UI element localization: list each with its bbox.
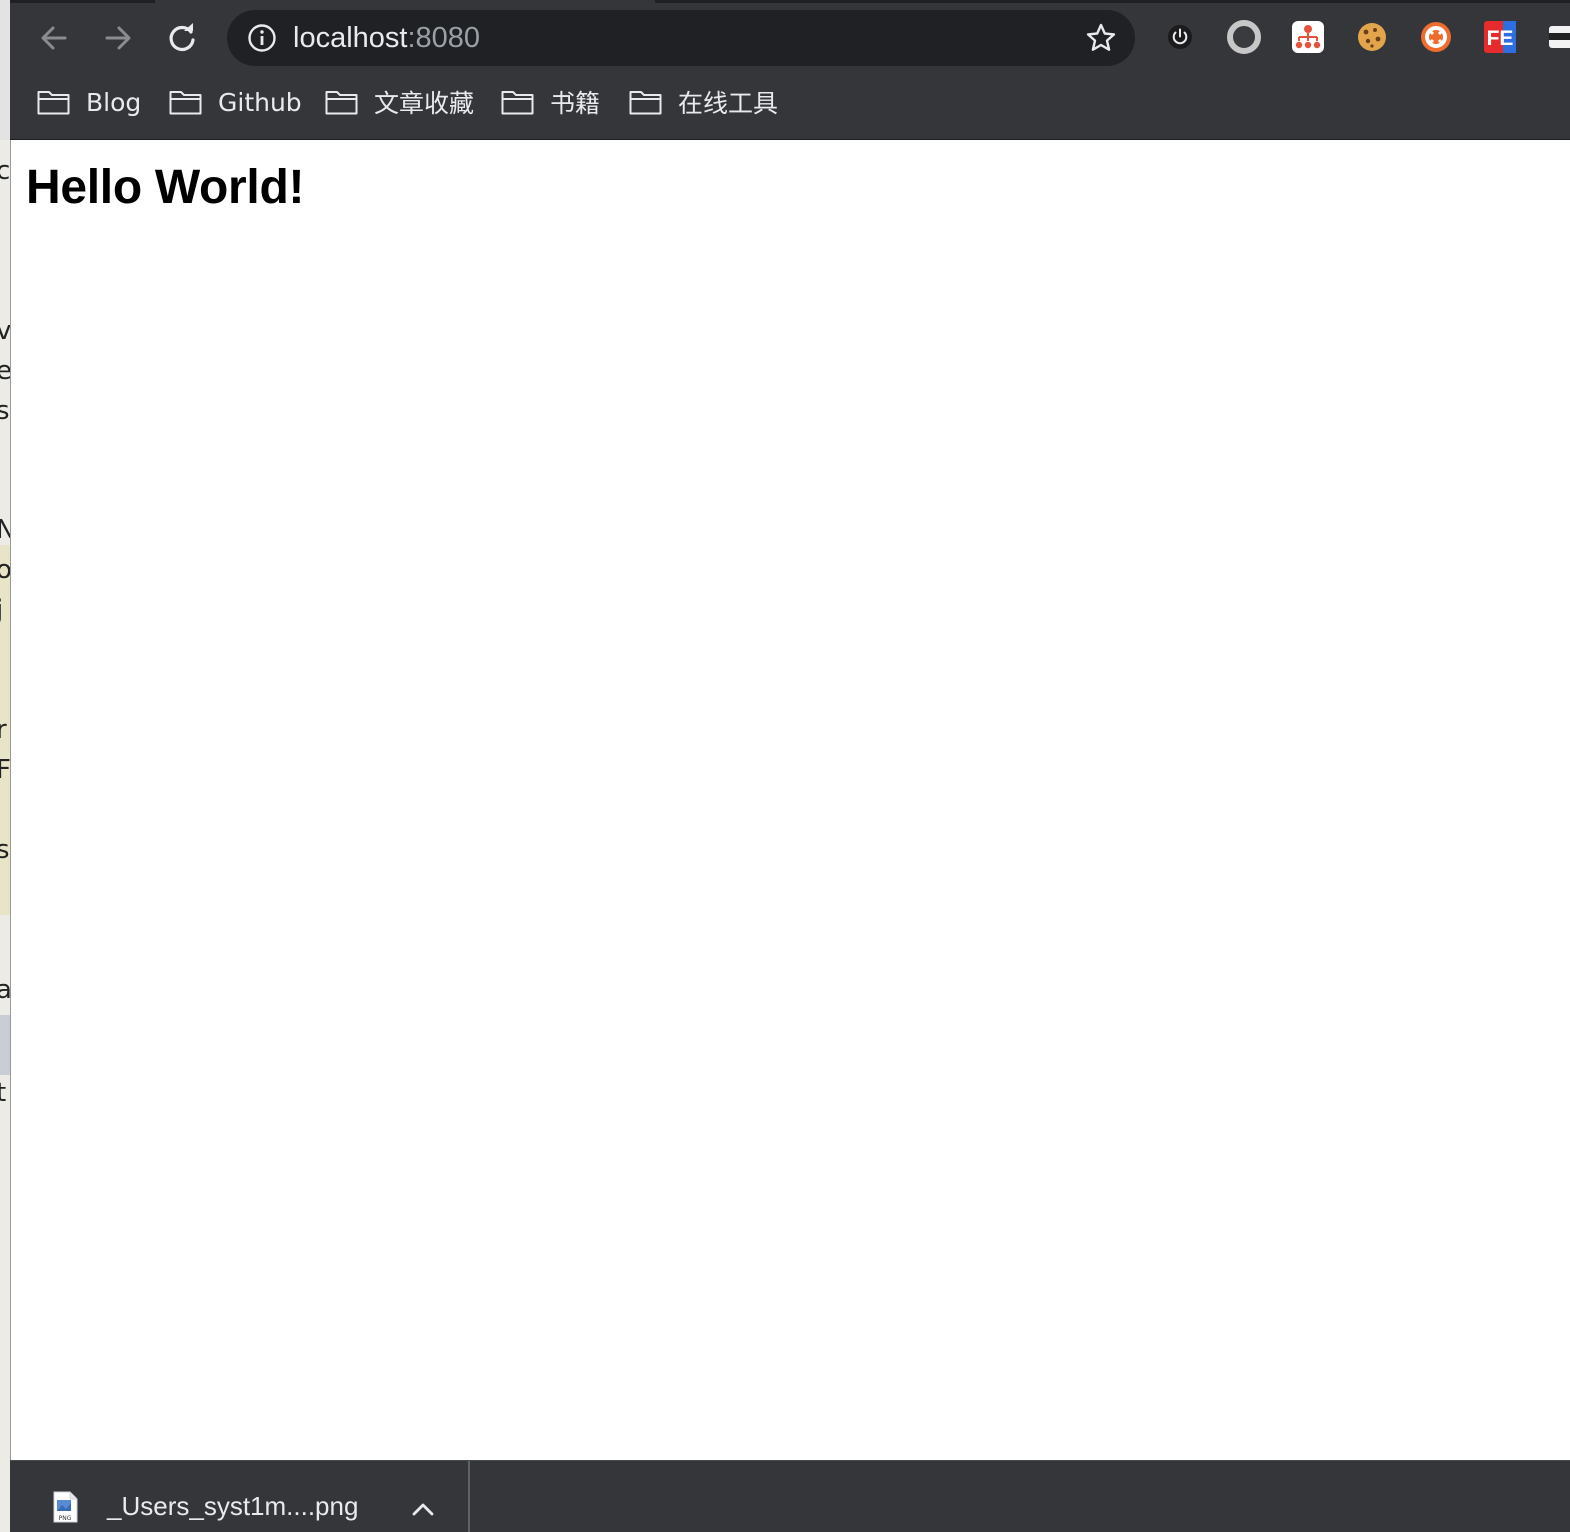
sitemap-extension-button[interactable] <box>1291 20 1325 54</box>
folder-icon <box>501 91 534 115</box>
bookmark-folder-books[interactable]: 书籍 <box>501 76 600 128</box>
lifebuoy-extension-icon <box>1421 22 1451 52</box>
browser-toolbar: localhost:8080 FE <box>10 0 1570 76</box>
bookmark-star-icon[interactable] <box>1085 22 1117 54</box>
bookmark-folder-articles[interactable]: 文章收藏 <box>325 76 474 128</box>
cookie-extension-button[interactable] <box>1355 20 1389 54</box>
url-host: localhost <box>293 22 408 54</box>
reload-button[interactable] <box>158 14 206 62</box>
cookie-extension-icon <box>1358 23 1386 51</box>
screen: c v e s N o j r F s a t <box>0 0 1570 1532</box>
circle-extension-button[interactable] <box>1227 20 1261 54</box>
background-window-text: c <box>0 158 10 184</box>
bookmark-folder-blog[interactable]: Blog <box>37 76 141 128</box>
tab-strip-edge <box>655 0 1570 3</box>
back-arrow-icon <box>41 26 67 50</box>
folder-icon <box>169 91 202 115</box>
folder-icon <box>325 91 358 115</box>
background-window-text: s <box>0 398 10 424</box>
page-content: Hello World! <box>11 140 1570 1460</box>
bookmark-label: 在线工具 <box>678 89 779 118</box>
lifebuoy-extension-button[interactable] <box>1419 20 1453 54</box>
mask-extension-button[interactable] <box>1547 20 1570 54</box>
power-extension-button[interactable] <box>1163 20 1197 54</box>
background-window-text: e <box>0 358 10 384</box>
sitemap-extension-icon <box>1292 21 1324 53</box>
background-window-header <box>0 0 10 140</box>
download-item[interactable]: PNG _Users_syst1m....png <box>10 1461 470 1532</box>
back-button[interactable] <box>30 14 78 62</box>
background-window-text: F <box>0 757 10 783</box>
url-port: :8080 <box>407 22 481 54</box>
forward-arrow-icon <box>105 26 131 50</box>
reload-icon <box>169 23 195 52</box>
fe-extension-label: FE <box>1487 27 1514 50</box>
bookmark-folder-online-tools[interactable]: 在线工具 <box>629 76 778 128</box>
download-filename: _Users_syst1m....png <box>107 1491 359 1521</box>
chevron-up-icon[interactable] <box>410 1497 436 1521</box>
bookmark-label: 书籍 <box>550 89 601 118</box>
file-type-label: PNG <box>59 1515 72 1522</box>
background-window-selection <box>0 1015 10 1075</box>
bookmark-folder-github[interactable]: Github <box>169 76 302 128</box>
site-info-icon[interactable] <box>247 23 277 53</box>
background-window-text: s <box>0 837 10 863</box>
background-window-text: j <box>0 597 3 623</box>
folder-icon <box>629 91 662 115</box>
forward-button[interactable] <box>94 14 142 62</box>
background-window-edge: c v e s N o j r F s a t <box>0 0 11 1532</box>
bookmark-label: Github <box>218 87 302 117</box>
folder-icon <box>37 91 70 115</box>
background-window-text: N <box>0 517 10 543</box>
fe-extension-button[interactable]: FE <box>1483 20 1517 54</box>
background-window-text: a <box>0 977 10 1003</box>
background-window-text: v <box>0 318 10 344</box>
png-file-icon: PNG <box>53 1491 78 1523</box>
power-extension-icon <box>1168 25 1192 49</box>
mask-extension-icon <box>1549 26 1570 48</box>
tab-strip-edge <box>10 0 155 3</box>
address-url[interactable]: localhost:8080 <box>293 10 480 66</box>
download-shelf: PNG _Users_syst1m....png <box>10 1460 1570 1532</box>
bookmark-label: Blog <box>86 87 142 117</box>
bookmarks-bar: Blog Github 文章收藏 书籍 在线工具 <box>10 76 1570 140</box>
bookmark-label: 文章收藏 <box>374 89 475 118</box>
background-window-text: o <box>0 557 10 583</box>
background-window-text: r <box>0 717 7 743</box>
fe-extension-icon: FE <box>1484 21 1516 53</box>
circle-extension-icon <box>1227 20 1261 54</box>
address-bar[interactable]: localhost:8080 <box>227 10 1135 66</box>
page-heading: Hello World! <box>26 161 305 214</box>
background-window-text: t <box>0 1080 6 1106</box>
